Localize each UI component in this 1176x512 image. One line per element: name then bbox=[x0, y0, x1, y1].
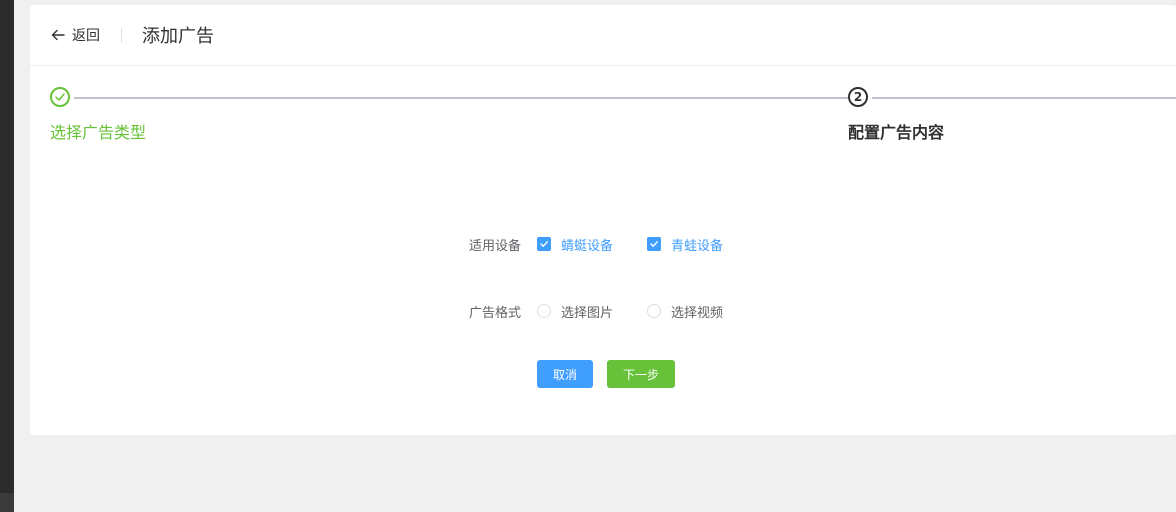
page-title: 添加广告 bbox=[142, 26, 214, 47]
step-connector-line bbox=[74, 97, 848, 99]
radio-unselected-icon[interactable] bbox=[537, 304, 551, 318]
devices-label: 适用设备 bbox=[469, 238, 522, 254]
format-video-label[interactable]: 选择视频 bbox=[671, 302, 723, 321]
step-1-title: 选择广告类型 bbox=[50, 123, 147, 142]
step-connector-line-trailing bbox=[872, 97, 1176, 99]
header-divider bbox=[121, 28, 122, 43]
checkbox-checked-icon[interactable] bbox=[537, 237, 551, 251]
device-dragonfly-checkbox[interactable]: 蜻蜓设备 bbox=[537, 235, 613, 254]
step-1-check-icon bbox=[50, 87, 70, 107]
format-label: 广告格式 bbox=[469, 305, 522, 321]
radio-unselected-icon[interactable] bbox=[647, 304, 661, 318]
step-2-title: 配置广告内容 bbox=[848, 123, 945, 142]
device-dragonfly-label[interactable]: 蜻蜓设备 bbox=[561, 235, 613, 254]
left-sidebar-strip-bottom bbox=[0, 493, 14, 512]
page-header: 返回 添加广告 bbox=[30, 5, 1176, 66]
format-video-radio[interactable]: 选择视频 bbox=[647, 302, 723, 321]
device-frog-label[interactable]: 青蛙设备 bbox=[671, 235, 723, 254]
next-step-button[interactable]: 下一步 bbox=[607, 360, 675, 388]
step-2-number-icon: 2 bbox=[848, 87, 868, 107]
left-sidebar-strip bbox=[0, 0, 14, 493]
format-image-radio[interactable]: 选择图片 bbox=[537, 302, 613, 321]
format-form-row: 广告格式 选择图片 选择视频 bbox=[30, 301, 1176, 321]
cancel-button[interactable]: 取消 bbox=[537, 360, 593, 388]
arrow-left-icon bbox=[51, 29, 65, 41]
format-image-label[interactable]: 选择图片 bbox=[561, 302, 613, 321]
back-button[interactable]: 返回 bbox=[50, 24, 100, 46]
checkbox-checked-icon[interactable] bbox=[647, 237, 661, 251]
device-frog-checkbox[interactable]: 青蛙设备 bbox=[647, 235, 723, 254]
devices-form-row: 适用设备 蜻蜓设备 青蛙设备 bbox=[30, 234, 1176, 254]
main-card: 返回 添加广告 选择广告类型 2 配置广告内容 适用设备 蜻蜓设备 青蛙设备 广… bbox=[30, 5, 1176, 435]
back-label: 返回 bbox=[72, 28, 100, 44]
